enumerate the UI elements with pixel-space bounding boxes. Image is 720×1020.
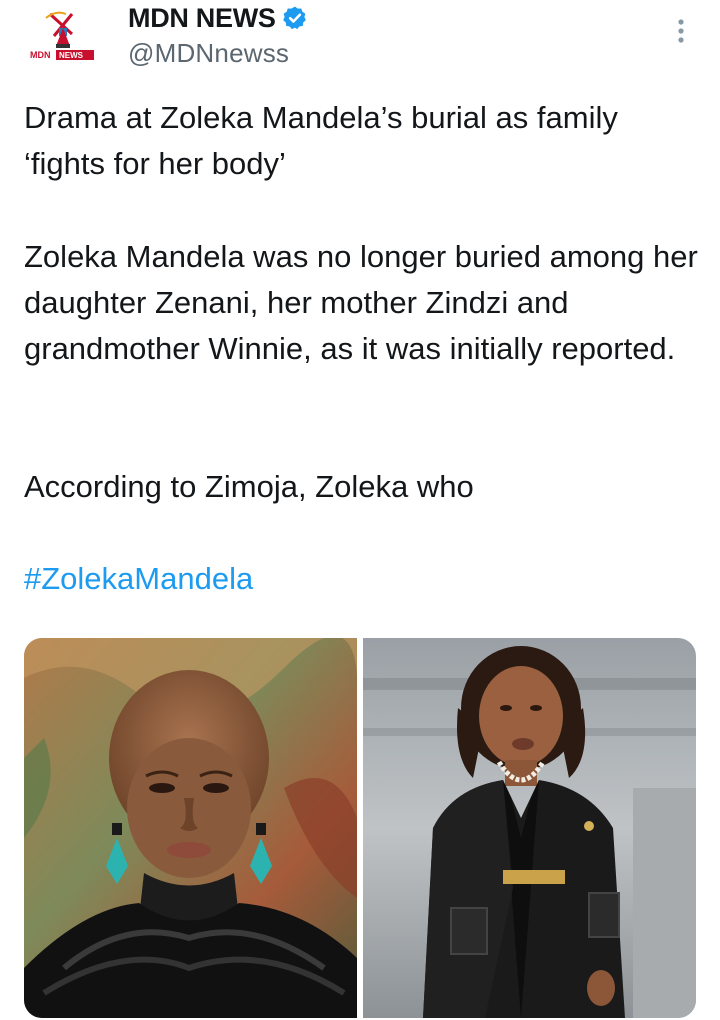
tweet-media-grid [24,638,696,1018]
tweet-card: MDN NEWS MDN NEWS @MDNnewss Drama at Zol… [0,0,720,1020]
photo-woman-black-coat-icon [363,638,696,1018]
photo-portrait-woman-earrings-icon [24,638,357,1018]
media-photo-2[interactable] [363,638,696,1018]
svg-text:MDN: MDN [30,50,51,60]
author-handle[interactable]: @MDNnewss [128,38,308,69]
tweet-paragraph: According to Zimoja, Zoleka who [24,469,474,504]
mdn-news-logo-icon: MDN NEWS [30,11,94,60]
hashtag-link[interactable]: #ZolekaMandela [24,556,253,602]
author-display-name[interactable]: MDN NEWS [128,3,276,34]
author-name-row: MDN NEWS [128,2,308,34]
more-vertical-icon[interactable] [670,16,692,46]
tweet-author: MDN NEWS @MDNnewss [128,2,308,69]
tweet-headline: Drama at Zoleka Mandela’s burial as fami… [24,100,618,181]
media-photo-1[interactable] [24,638,357,1018]
svg-text:NEWS: NEWS [59,51,84,60]
verified-badge-icon [282,5,308,31]
account-avatar[interactable]: MDN NEWS [26,8,102,64]
tweet-paragraph: Zoleka Mandela was no longer buried amon… [24,239,698,366]
